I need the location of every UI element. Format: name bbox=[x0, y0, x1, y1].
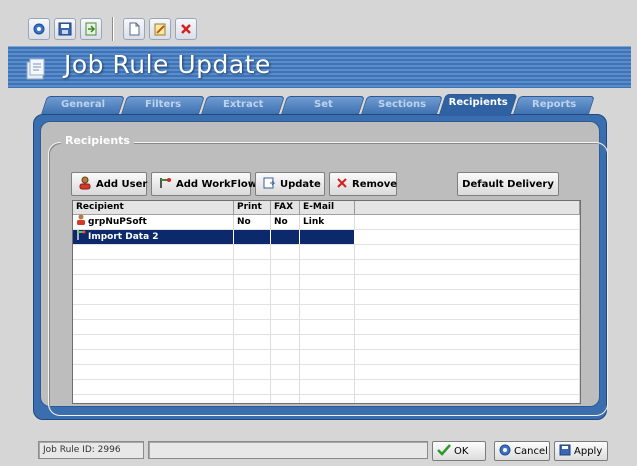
new-document-icon[interactable] bbox=[123, 18, 145, 40]
tab-extract[interactable]: Extract bbox=[201, 96, 285, 114]
list-header: Recipient Print FAX E-Mail bbox=[73, 201, 580, 215]
tab-filters[interactable]: Filters bbox=[121, 96, 205, 114]
job-rule-icon bbox=[24, 57, 48, 81]
column-header-fax[interactable]: FAX bbox=[271, 201, 300, 214]
tab-reports[interactable]: Reports bbox=[513, 96, 595, 114]
email-cell: Link bbox=[300, 215, 355, 229]
status-bar: Job Rule ID: 2996 OK Cancel Apply bbox=[8, 441, 631, 463]
email-cell bbox=[300, 230, 355, 244]
empty-row bbox=[73, 365, 580, 380]
empty-row bbox=[73, 290, 580, 305]
status-message-field bbox=[148, 441, 428, 459]
user-icon bbox=[78, 176, 92, 193]
export-icon[interactable] bbox=[80, 18, 102, 40]
toolbar-separator bbox=[112, 17, 113, 41]
workflow-icon bbox=[76, 229, 86, 246]
cancel-button[interactable]: Cancel bbox=[494, 441, 550, 461]
recipients-panel: Recipients Add User Add WorkFlow Update … bbox=[33, 114, 608, 420]
tab-set[interactable]: Set bbox=[281, 96, 365, 114]
refresh-icon[interactable] bbox=[28, 18, 50, 40]
check-icon bbox=[437, 443, 451, 459]
job-rule-id-field: Job Rule ID: 2996 bbox=[38, 441, 144, 459]
fax-cell: No bbox=[271, 215, 300, 229]
page-title: Job Rule Update bbox=[64, 50, 271, 79]
blank-cell bbox=[355, 215, 580, 229]
save-icon[interactable] bbox=[54, 18, 76, 40]
cancel-icon bbox=[499, 444, 511, 459]
table-row[interactable]: Import Data 2 bbox=[73, 229, 580, 246]
blank-cell bbox=[355, 230, 580, 244]
table-row[interactable]: grpNuPSoft No No Link bbox=[73, 214, 580, 230]
tab-sections[interactable]: Sections bbox=[361, 96, 443, 114]
remove-button[interactable]: Remove bbox=[329, 172, 397, 196]
column-header-recipient[interactable]: Recipient bbox=[73, 201, 234, 214]
empty-row bbox=[73, 380, 580, 395]
print-cell bbox=[234, 230, 271, 244]
recipient-cell: grpNuPSoft bbox=[73, 214, 234, 229]
update-button[interactable]: Update bbox=[255, 172, 325, 196]
column-header-email[interactable]: E-Mail bbox=[300, 201, 355, 214]
main-toolbar bbox=[8, 12, 631, 46]
recipients-group: Recipients Add User Add WorkFlow Update … bbox=[48, 134, 608, 416]
edit-icon[interactable] bbox=[149, 18, 171, 40]
column-header-print[interactable]: Print bbox=[234, 201, 271, 214]
print-cell: No bbox=[234, 215, 271, 229]
empty-row bbox=[73, 335, 580, 350]
tab-general[interactable]: General bbox=[41, 96, 125, 114]
empty-row bbox=[73, 275, 580, 290]
remove-icon bbox=[336, 177, 348, 192]
save-icon bbox=[559, 444, 571, 459]
title-banner: Job Rule Update bbox=[8, 46, 631, 88]
empty-row bbox=[73, 350, 580, 365]
empty-row bbox=[73, 245, 580, 260]
panel-content: Recipients Add User Add WorkFlow Update … bbox=[40, 121, 608, 416]
empty-row bbox=[73, 320, 580, 335]
recipients-list[interactable]: Recipient Print FAX E-Mail grpNuPSoft No… bbox=[72, 200, 581, 404]
empty-row bbox=[73, 260, 580, 275]
add-workflow-button[interactable]: Add WorkFlow bbox=[151, 172, 257, 196]
apply-button[interactable]: Apply bbox=[554, 441, 608, 461]
fax-cell bbox=[271, 230, 300, 244]
default-delivery-button[interactable]: Default Delivery bbox=[457, 172, 559, 196]
ok-button[interactable]: OK bbox=[432, 441, 486, 461]
tab-recipients[interactable]: Recipients bbox=[438, 94, 518, 116]
delete-icon[interactable] bbox=[175, 18, 197, 40]
empty-row bbox=[73, 395, 580, 403]
add-user-button[interactable]: Add User bbox=[71, 172, 147, 196]
group-title: Recipients bbox=[61, 134, 134, 147]
update-icon bbox=[262, 176, 276, 193]
workflow-icon bbox=[158, 176, 172, 193]
recipient-cell: Import Data 2 bbox=[73, 229, 234, 246]
recipient-actions: Add User Add WorkFlow Update Remove Defa… bbox=[71, 172, 581, 196]
empty-row bbox=[73, 305, 580, 320]
column-header-blank bbox=[355, 201, 580, 214]
